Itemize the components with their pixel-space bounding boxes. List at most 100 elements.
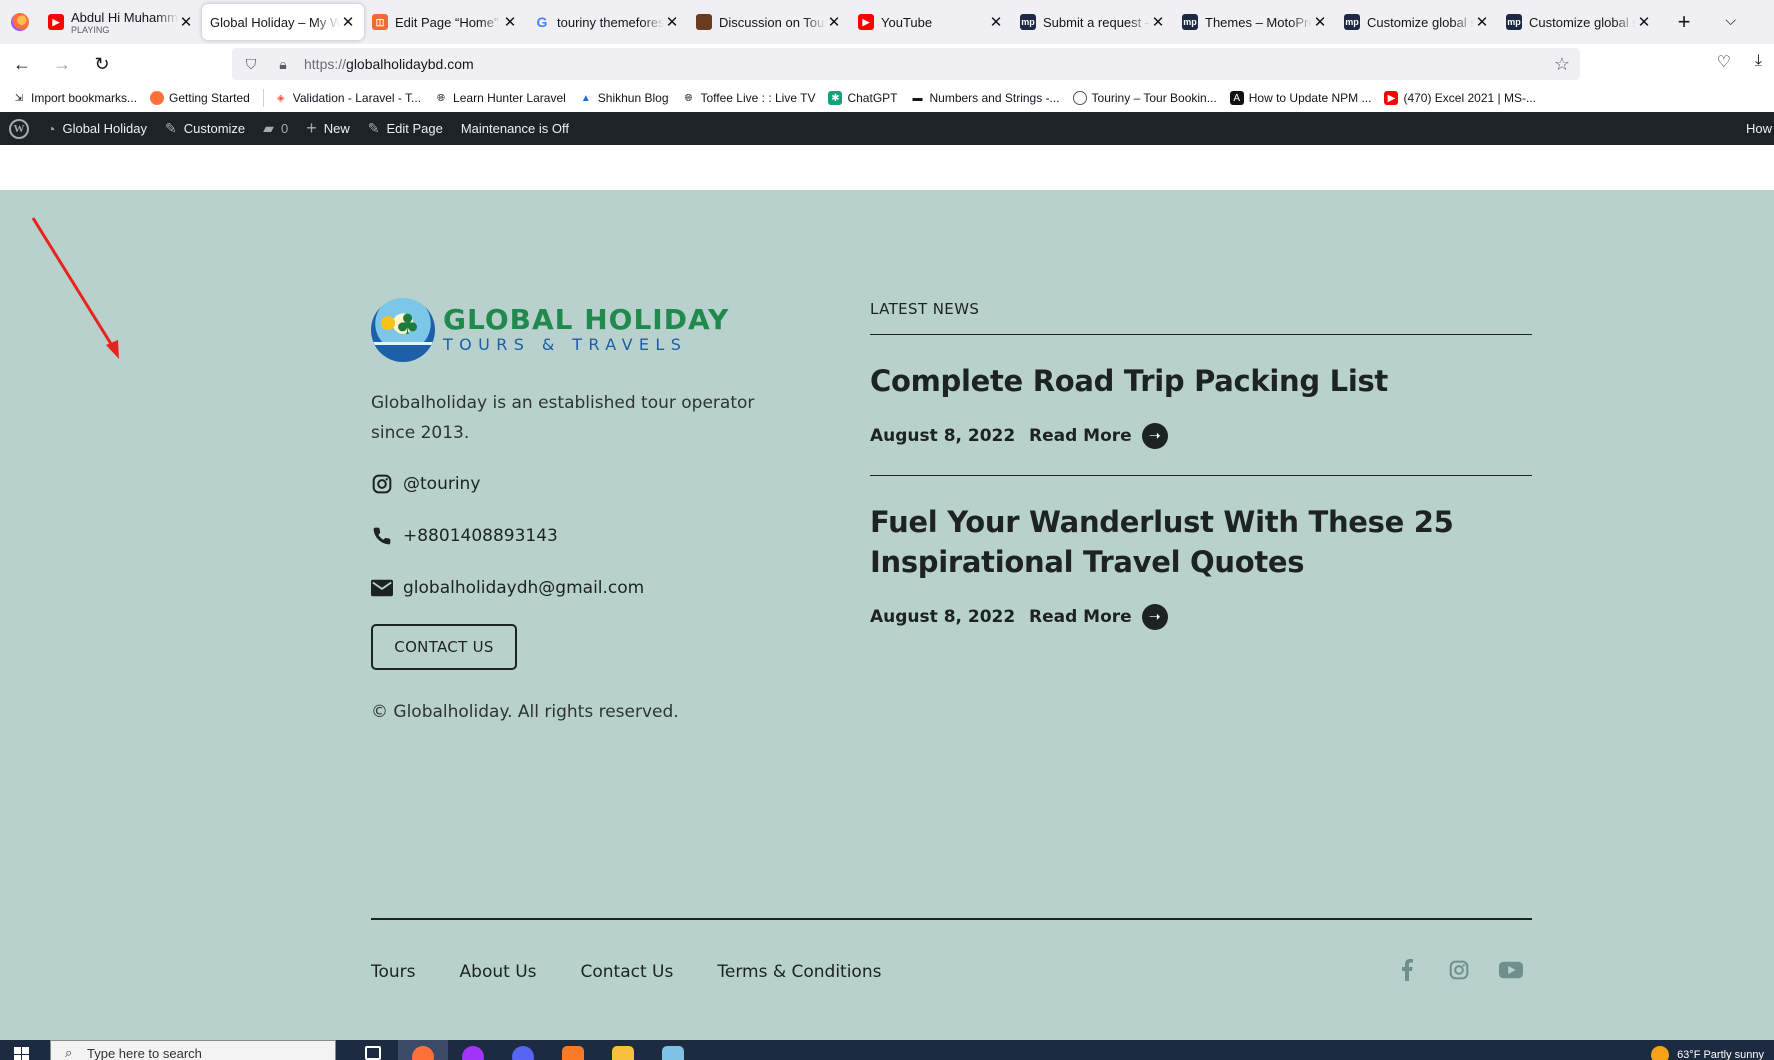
edit-icon: ◫	[372, 14, 388, 30]
downloads-icon[interactable]: ⤓	[1755, 52, 1762, 72]
arrow-right-circle-icon: ➝	[1141, 423, 1168, 449]
book-icon	[696, 14, 712, 30]
instagram-icon[interactable]	[1447, 958, 1471, 982]
xampp-taskbar-icon[interactable]	[548, 1040, 598, 1060]
file-explorer-taskbar-icon[interactable]	[598, 1040, 648, 1060]
close-tab-icon[interactable]: ✕	[178, 13, 194, 31]
wp-maintenance-status[interactable]: Maintenance is Off	[452, 112, 578, 145]
tab-submit-request[interactable]: mp Submit a request – M ✕	[1012, 4, 1174, 40]
task-view-icon[interactable]	[348, 1040, 398, 1060]
bookmark-learn-hunter[interactable]: 🌐︎ Learn Hunter Laravel	[434, 91, 566, 105]
bookmark-excel[interactable]: ▶ (470) Excel 2021 | MS-...	[1384, 91, 1536, 105]
laravel-icon: ◈	[276, 92, 285, 104]
read-more-link[interactable]: Read More ➝	[1029, 423, 1168, 449]
tracking-protection-icon[interactable]: ⛉	[238, 56, 264, 73]
envelope-icon	[371, 577, 393, 599]
company-description: Globalholiday is an established tour ope…	[371, 393, 755, 443]
tab-discussion[interactable]: Discussion on Tour ✕	[688, 4, 850, 40]
a-icon: A	[1229, 91, 1244, 105]
close-tab-icon[interactable]: ✕	[1474, 13, 1490, 31]
messenger-taskbar-icon[interactable]	[448, 1040, 498, 1060]
bookmark-update-npm[interactable]: A How to Update NPM ...	[1229, 91, 1371, 105]
phone-contact[interactable]: +8801408893143	[371, 520, 791, 552]
tab-google-search[interactable]: G touriny themeforest ✕	[526, 4, 688, 40]
bookmark-toffee[interactable]: 🌐︎ Toffee Live : : Live TV	[682, 91, 816, 105]
bookmark-getting-started[interactable]: Getting Started	[150, 91, 250, 105]
logo-title: GLOBAL HOLIDAY	[443, 303, 730, 336]
notepad-taskbar-icon[interactable]	[648, 1040, 698, 1060]
hat-icon: ▬	[912, 92, 923, 104]
firefox-taskbar-icon[interactable]	[398, 1040, 448, 1060]
tab-themes-motopress[interactable]: mp Themes – MotoPress ✕	[1174, 4, 1336, 40]
latest-news-heading: LATEST NEWS	[870, 300, 1532, 335]
wp-site-name[interactable]: ◔ Global Holiday	[38, 112, 156, 145]
wp-new[interactable]: + New	[297, 112, 359, 145]
tab-edit-page[interactable]: ◫ Edit Page “Home” ‹ ✕	[364, 4, 526, 40]
windows-start-icon[interactable]	[14, 1047, 30, 1060]
close-tab-icon[interactable]: ✕	[1636, 13, 1652, 31]
site-logo[interactable]: ♣ GLOBAL HOLIDAY TOURS & TRAVELS	[371, 298, 791, 362]
wp-comments[interactable]: ▰ 0	[254, 112, 297, 145]
copyright-text: © Globalholiday. All rights reserved.	[371, 702, 679, 722]
motopress-icon: mp	[1020, 14, 1036, 30]
facebook-icon[interactable]	[1395, 958, 1419, 982]
close-tab-icon[interactable]: ✕	[340, 13, 356, 31]
navigation-toolbar: ← → ↻ ⛉ 🔒︎ https://globalholidaybd.com ☆…	[0, 44, 1774, 84]
close-tab-icon[interactable]: ✕	[502, 13, 518, 31]
footer-about-column: ♣ GLOBAL HOLIDAY TOURS & TRAVELS Globalh…	[371, 298, 791, 722]
bookmarks-toolbar: ⇲ Import bookmarks... Getting Started ◈ Va…	[0, 84, 1774, 112]
wp-customize[interactable]: ✎ Customize	[156, 112, 254, 145]
news-title-link[interactable]: Fuel Your Wanderlust With These 25 Inspi…	[870, 502, 1532, 582]
taskbar-search-input[interactable]: ⌕ Type here to search	[50, 1040, 336, 1060]
news-title-link[interactable]: Complete Road Trip Packing List	[870, 361, 1532, 401]
lock-icon[interactable]: 🔒︎	[270, 56, 296, 73]
bookmark-laravel-validation[interactable]: ◈ Validation - Laravel - T...	[274, 91, 421, 105]
footer-link-tours[interactable]: Tours	[371, 962, 416, 982]
new-tab-button[interactable]: +	[1666, 9, 1702, 35]
close-tab-icon[interactable]: ✕	[1150, 13, 1166, 31]
dashboard-icon: ◔	[47, 120, 56, 137]
social-links	[1395, 958, 1523, 982]
tab-global-holiday[interactable]: Global Holiday – My Wo ✕	[202, 4, 364, 40]
address-bar[interactable]: ⛉ 🔒︎ https://globalholidaybd.com ☆	[232, 48, 1580, 80]
contact-us-button[interactable]: CONTACT US	[371, 624, 517, 670]
footer-link-about-us[interactable]: About Us	[460, 962, 537, 982]
bookmark-touriny[interactable]: Touriny – Tour Bookin...	[1072, 91, 1217, 105]
wp-edit-page[interactable]: ✎ Edit Page	[359, 112, 452, 145]
tab-customize-2[interactable]: mp Customize global se ✕	[1498, 4, 1660, 40]
tab-youtube-playing[interactable]: ▶ Abdul Hi MuhammadPLAYING ✕	[40, 4, 202, 40]
bookmark-numbers-strings[interactable]: ▬ Numbers and Strings -...	[910, 91, 1059, 105]
footer-link-contact-us[interactable]: Contact Us	[581, 962, 674, 982]
instagram-icon	[371, 473, 393, 495]
url-text[interactable]: https://globalholidaybd.com	[304, 56, 474, 72]
bookmark-star-icon[interactable]: ☆	[1554, 54, 1570, 75]
wp-howdy-account[interactable]: How	[1746, 112, 1774, 145]
close-tab-icon[interactable]: ✕	[988, 13, 1004, 31]
bookmark-chatgpt[interactable]: ✱ ChatGPT	[828, 91, 897, 105]
close-tab-icon[interactable]: ✕	[664, 13, 680, 31]
forward-button[interactable]: →	[44, 48, 80, 80]
tab-customize-1[interactable]: mp Customize global se ✕	[1336, 4, 1498, 40]
discord-taskbar-icon[interactable]	[498, 1040, 548, 1060]
read-more-link[interactable]: Read More ➝	[1029, 604, 1168, 630]
close-tab-icon[interactable]: ✕	[1312, 13, 1328, 31]
reload-button[interactable]: ↻	[84, 48, 120, 80]
weather-text[interactable]: 63°F Partly sunny	[1677, 1049, 1764, 1060]
pocket-icon[interactable]: ♡	[1717, 52, 1731, 72]
brush-icon: ✎	[165, 120, 177, 136]
list-all-tabs-icon[interactable]: ⌵	[1725, 12, 1736, 29]
tab-list: ▶ Abdul Hi MuhammadPLAYING ✕ Global Holi…	[40, 0, 1660, 44]
tab-title: Discussion on Tour	[719, 14, 826, 30]
instagram-contact[interactable]: @touriny	[371, 468, 791, 500]
firefox-menu-icon[interactable]	[0, 0, 40, 44]
email-contact[interactable]: globalholidaydh@gmail.com	[371, 572, 791, 604]
bookmark-shikhun-blog[interactable]: ▲ Shikhun Blog	[579, 91, 669, 105]
tab-youtube[interactable]: ▶ YouTube ✕	[850, 4, 1012, 40]
weather-icon[interactable]	[1651, 1046, 1670, 1060]
youtube-icon[interactable]	[1499, 958, 1523, 982]
close-tab-icon[interactable]: ✕	[826, 13, 842, 31]
footer-link-terms[interactable]: Terms & Conditions	[717, 962, 881, 982]
back-button[interactable]: ←	[4, 48, 40, 80]
wp-logo-menu[interactable]: W	[0, 112, 38, 145]
bookmark-import[interactable]: ⇲ Import bookmarks...	[12, 91, 137, 105]
